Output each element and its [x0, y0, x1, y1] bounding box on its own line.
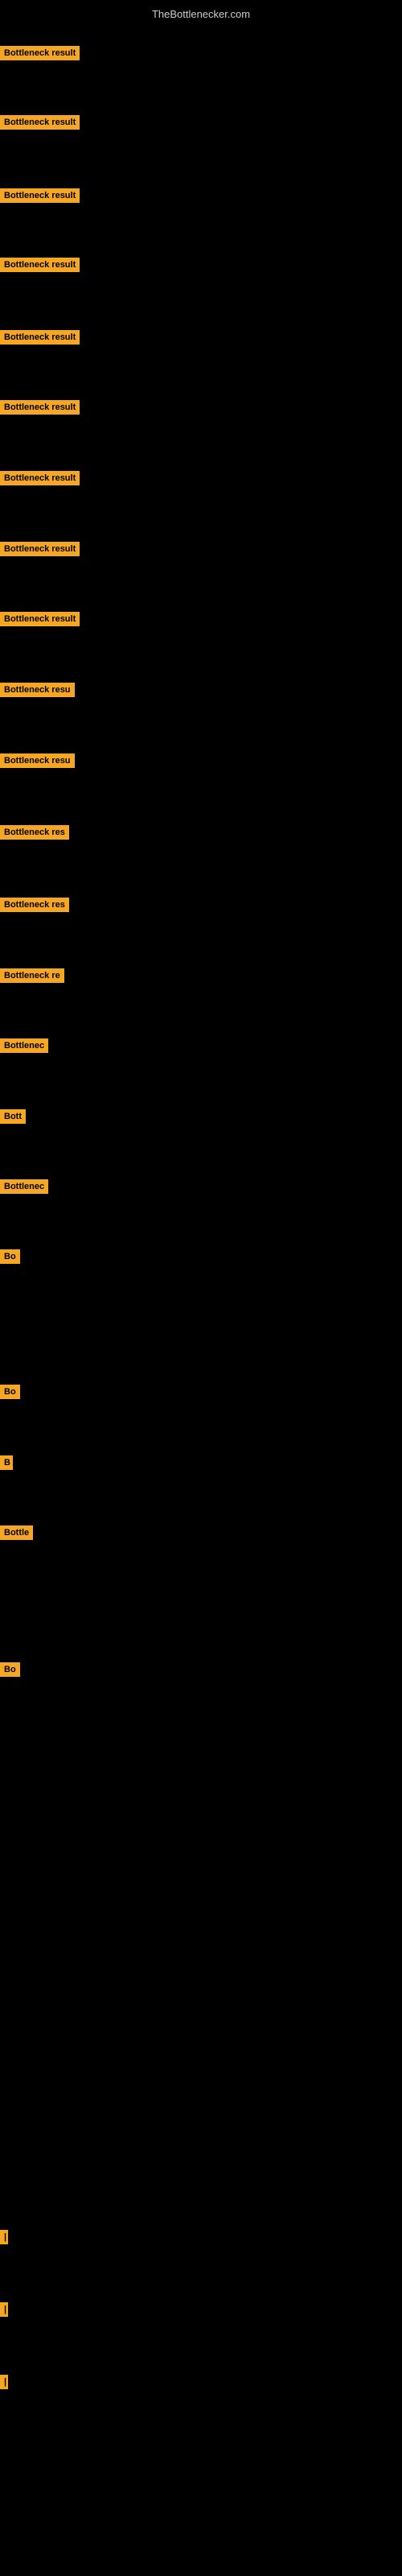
bottleneck-result-badge[interactable]: Bottleneck result: [0, 330, 80, 345]
bottleneck-result-badge[interactable]: Bottle: [0, 1525, 33, 1540]
bottleneck-result-badge[interactable]: Bottleneck result: [0, 115, 80, 130]
bottleneck-badge-container: Bo: [0, 1385, 20, 1403]
bottleneck-result-badge[interactable]: B: [0, 1455, 13, 1470]
bottleneck-badge-container: Bottle: [0, 1525, 33, 1544]
bottleneck-result-badge[interactable]: Bottleneck re: [0, 968, 64, 983]
bottleneck-badge-container: Bottleneck re: [0, 968, 64, 987]
bottleneck-badge-container: |: [0, 2302, 8, 2321]
bottleneck-result-badge[interactable]: Bottleneck result: [0, 612, 80, 626]
bottleneck-badge-container: Bottlenec: [0, 1038, 48, 1057]
bottleneck-badge-container: Bottleneck result: [0, 542, 80, 560]
bottleneck-result-badge[interactable]: Bottleneck result: [0, 46, 80, 60]
bottleneck-badge-container: Bo: [0, 1662, 20, 1681]
bottleneck-badge-container: Bo: [0, 1249, 20, 1268]
bottleneck-badge-container: Bottleneck result: [0, 115, 80, 134]
bottleneck-badge-container: |: [0, 2230, 8, 2248]
bottleneck-badge-container: Bottleneck res: [0, 898, 69, 916]
bottleneck-result-badge[interactable]: Bo: [0, 1249, 20, 1264]
bottleneck-result-badge[interactable]: |: [0, 2302, 8, 2317]
bottleneck-badge-container: Bottleneck res: [0, 825, 69, 844]
bottleneck-badge-container: Bottleneck result: [0, 330, 80, 349]
bottleneck-badge-container: B: [0, 1455, 13, 1474]
bottleneck-result-badge[interactable]: |: [0, 2230, 8, 2244]
bottleneck-badge-container: Bottleneck result: [0, 471, 80, 489]
bottleneck-result-badge[interactable]: Bottleneck res: [0, 898, 69, 912]
bottleneck-result-badge[interactable]: Bottlenec: [0, 1179, 48, 1194]
bottleneck-badge-container: |: [0, 2375, 8, 2393]
bottleneck-badge-container: Bottlenec: [0, 1179, 48, 1198]
bottleneck-badge-container: Bottleneck result: [0, 612, 80, 630]
bottleneck-result-badge[interactable]: |: [0, 2375, 8, 2389]
bottleneck-result-badge[interactable]: Bottleneck result: [0, 542, 80, 556]
bottleneck-result-badge[interactable]: Bottleneck result: [0, 188, 80, 203]
bottleneck-result-badge[interactable]: Bottleneck result: [0, 258, 80, 272]
bottleneck-result-badge[interactable]: Bottleneck result: [0, 400, 80, 415]
bottleneck-badge-container: Bottleneck result: [0, 258, 80, 276]
bottleneck-result-badge[interactable]: Bottleneck res: [0, 825, 69, 840]
bottleneck-badge-container: Bott: [0, 1109, 26, 1128]
bottleneck-result-badge[interactable]: Bottleneck result: [0, 471, 80, 485]
bottleneck-badge-container: Bottleneck result: [0, 188, 80, 207]
bottleneck-badge-container: Bottleneck resu: [0, 753, 75, 772]
bottleneck-badge-container: Bottleneck resu: [0, 683, 75, 701]
bottleneck-result-badge[interactable]: Bo: [0, 1662, 20, 1677]
bottleneck-result-badge[interactable]: Bo: [0, 1385, 20, 1399]
site-title: TheBottlenecker.com: [0, 5, 402, 23]
bottleneck-result-badge[interactable]: Bott: [0, 1109, 26, 1124]
bottleneck-result-badge[interactable]: Bottleneck resu: [0, 753, 75, 768]
bottleneck-badge-container: Bottleneck result: [0, 400, 80, 419]
bottleneck-result-badge[interactable]: Bottlenec: [0, 1038, 48, 1053]
bottleneck-badge-container: Bottleneck result: [0, 46, 80, 64]
bottleneck-result-badge[interactable]: Bottleneck resu: [0, 683, 75, 697]
